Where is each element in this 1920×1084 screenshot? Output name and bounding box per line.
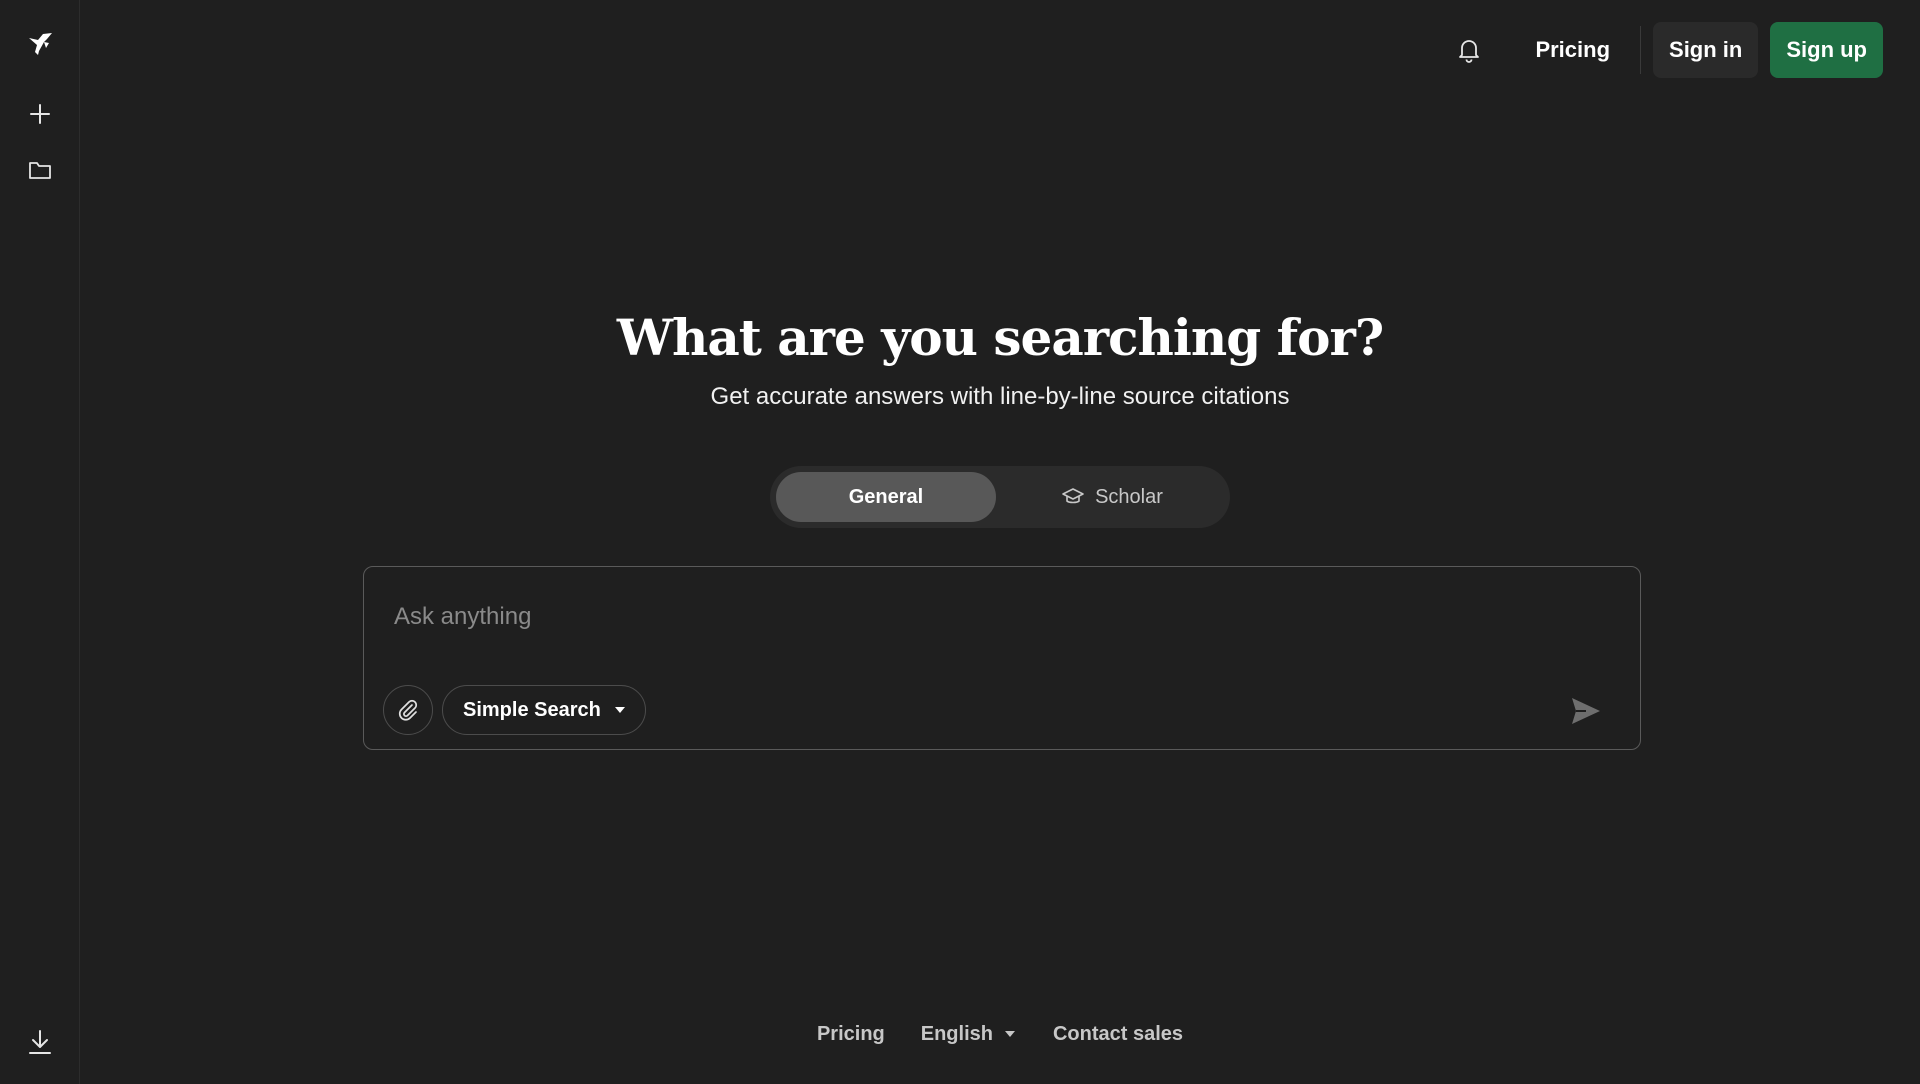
plus-icon — [30, 104, 50, 124]
search-box: Simple Search — [363, 566, 1641, 750]
graduation-cap-icon — [1062, 488, 1084, 504]
logo-button[interactable] — [16, 20, 64, 68]
tab-scholar[interactable]: Scholar — [1002, 472, 1222, 522]
page-subtitle: Get accurate answers with line-by-line s… — [710, 383, 1290, 410]
download-icon — [29, 1030, 51, 1054]
page-title: What are you searching for? — [616, 308, 1384, 367]
top-header: Pricing Sign in Sign up — [1445, 22, 1883, 78]
bell-icon — [1459, 40, 1480, 63]
caret-down-icon — [614, 707, 625, 713]
hero: What are you searching for? Get accurate… — [80, 308, 1920, 411]
footer-pricing-link[interactable]: Pricing — [817, 1023, 885, 1046]
header-pricing-link[interactable]: Pricing — [1517, 37, 1628, 63]
language-select[interactable]: English — [921, 1023, 1017, 1046]
folder-icon — [29, 162, 51, 179]
paperclip-icon — [398, 699, 418, 721]
download-app-button[interactable] — [16, 1018, 64, 1066]
caret-down-icon — [1004, 1031, 1015, 1037]
tab-general-label: General — [848, 485, 924, 508]
search-input[interactable] — [394, 597, 1594, 637]
tab-general[interactable]: General — [776, 472, 996, 522]
language-label: English — [920, 1022, 993, 1045]
send-icon — [1572, 698, 1600, 724]
send-button[interactable] — [1566, 693, 1606, 729]
app-root: Pricing Sign in Sign up What are you sea… — [0, 0, 1920, 1084]
header-divider — [1640, 26, 1642, 74]
mode-toggle: General Scholar — [770, 466, 1230, 528]
sign-up-button[interactable]: Sign up — [1770, 22, 1883, 78]
attach-file-button[interactable] — [383, 685, 433, 735]
search-type-dropdown[interactable]: Simple Search — [442, 685, 646, 735]
library-button[interactable] — [16, 146, 64, 194]
search-type-label: Simple Search — [463, 698, 601, 721]
sign-in-button[interactable]: Sign in — [1653, 22, 1759, 78]
new-search-button[interactable] — [16, 90, 64, 138]
notifications-button[interactable] — [1445, 26, 1493, 74]
footer: Pricing English Contact sales — [80, 1016, 1920, 1052]
bird-logo-icon — [29, 33, 52, 55]
tab-scholar-label: Scholar — [1095, 485, 1163, 508]
contact-sales-link[interactable]: Contact sales — [1053, 1023, 1183, 1046]
sidebar — [0, 0, 80, 1084]
